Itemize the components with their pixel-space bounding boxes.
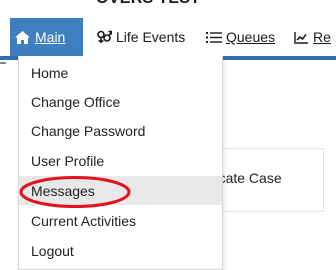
menu-item-home[interactable]: Home [19, 58, 222, 87]
menu-item-change-password[interactable]: Change Password [19, 116, 222, 145]
menu-item-current-activities[interactable]: Current Activities [19, 206, 222, 235]
nav-queues[interactable]: Queues [206, 18, 275, 56]
nav-main[interactable]: Main [10, 18, 83, 56]
list-icon [206, 31, 222, 44]
nav-main-label: Main [35, 29, 66, 45]
divider [0, 62, 6, 64]
app-title: OVERS TEST [96, 0, 200, 8]
menu-item-change-office[interactable]: Change Office [19, 87, 222, 116]
nav-reports-label: Re [313, 29, 331, 45]
main-navbar: Main Life Events Queues Re [0, 18, 336, 60]
nav-life-events[interactable]: Life Events [97, 18, 185, 56]
menu-item-messages[interactable]: Messages [19, 176, 222, 205]
menu-item-user-profile[interactable]: User Profile [19, 146, 222, 175]
nav-queues-label: Queues [226, 29, 276, 45]
home-icon [14, 30, 31, 45]
menu-item-logout[interactable]: Logout [19, 236, 222, 265]
main-dropdown-menu: Home Change Office Change Password User … [18, 56, 223, 270]
chart-icon [294, 31, 309, 44]
nav-reports[interactable]: Re [294, 18, 331, 56]
life-events-icon [97, 30, 112, 44]
nav-life-events-label: Life Events [116, 29, 186, 45]
